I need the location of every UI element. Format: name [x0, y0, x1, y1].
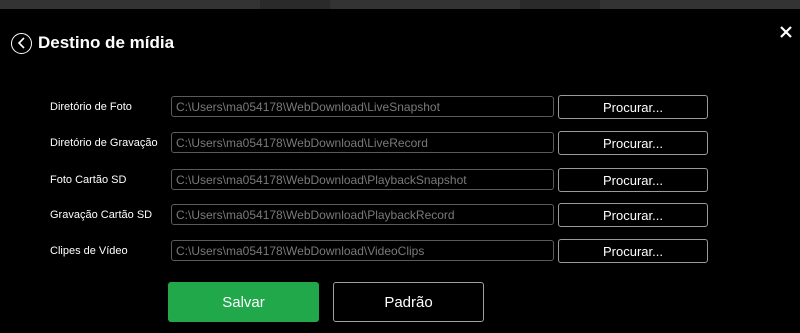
video-clips-field[interactable]: [171, 240, 554, 261]
chevron-left-icon: [17, 37, 25, 49]
sd-recording-label: Gravação Cartão SD: [50, 209, 153, 221]
photo-directory-row: Diretório de Foto Procurar...: [0, 95, 800, 119]
top-strip: [0, 0, 800, 9]
default-button[interactable]: Padrão: [333, 282, 484, 322]
media-destination-dialog: Destino de mídia Diretório de Foto Procu…: [0, 9, 800, 333]
sd-recording-browse-button[interactable]: Procurar...: [558, 203, 708, 227]
video-clips-row: Clipes de Vídeo Procurar...: [0, 239, 800, 263]
photo-directory-browse-button[interactable]: Procurar...: [558, 95, 708, 119]
close-icon: [780, 26, 792, 38]
top-strip-segment: [600, 0, 800, 9]
recording-directory-browse-button[interactable]: Procurar...: [558, 131, 708, 155]
sd-photo-label: Foto Cartão SD: [50, 174, 127, 186]
sd-photo-browse-button[interactable]: Procurar...: [558, 168, 708, 192]
dialog-title: Destino de mídia: [38, 33, 175, 52]
close-button[interactable]: [778, 24, 794, 40]
video-clips-label: Clipes de Vídeo: [50, 245, 128, 257]
dialog-header: Destino de mídia: [11, 31, 174, 55]
photo-directory-label: Diretório de Foto: [50, 101, 132, 113]
sd-photo-row: Foto Cartão SD Procurar...: [0, 168, 800, 192]
photo-directory-field[interactable]: [171, 96, 554, 117]
recording-directory-row: Diretório de Gravação Procurar...: [0, 131, 800, 155]
recording-directory-label: Diretório de Gravação: [50, 137, 158, 149]
sd-recording-row: Gravação Cartão SD Procurar...: [0, 203, 800, 227]
video-clips-browse-button[interactable]: Procurar...: [558, 239, 708, 263]
sd-recording-field[interactable]: [171, 204, 554, 225]
top-strip-segment: [0, 0, 260, 9]
save-button[interactable]: Salvar: [168, 282, 319, 322]
back-button[interactable]: [11, 32, 32, 54]
sd-photo-field[interactable]: [171, 169, 554, 190]
top-strip-segment: [330, 0, 520, 9]
recording-directory-field[interactable]: [171, 132, 554, 153]
